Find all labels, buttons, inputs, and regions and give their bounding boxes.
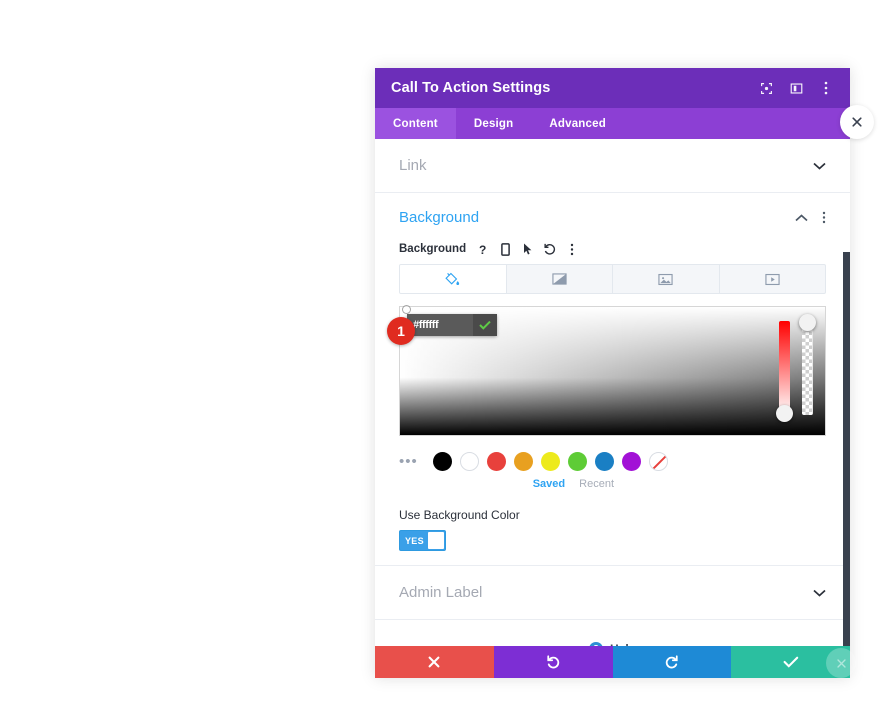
- undo-button[interactable]: [493, 646, 613, 678]
- options-more-icon[interactable]: [565, 242, 578, 256]
- swatch-orange[interactable]: [514, 452, 533, 471]
- use-background-color-label: Use Background Color: [399, 508, 520, 522]
- background-video-tab[interactable]: [720, 265, 826, 293]
- swatch-white[interactable]: [460, 452, 479, 471]
- swatch-blue[interactable]: [595, 452, 614, 471]
- section-background-header[interactable]: Background: [375, 193, 850, 234]
- background-type-tabs: [399, 264, 826, 294]
- image-icon: [658, 273, 673, 286]
- alpha-slider[interactable]: [799, 314, 816, 415]
- chevron-up-icon[interactable]: [795, 213, 808, 222]
- more-colors-icon[interactable]: •••: [399, 454, 425, 469]
- tab-saved-colors[interactable]: Saved: [533, 478, 565, 490]
- hex-confirm-button[interactable]: [473, 314, 497, 336]
- color-swatch-row: •••: [399, 452, 826, 471]
- section-background: Background Background ? 1 #ffffff ••• Sa…: [375, 193, 850, 566]
- page-title: Call To Action Settings: [391, 80, 551, 96]
- help-question-icon: ?: [588, 642, 603, 646]
- section-link[interactable]: Link: [375, 139, 850, 193]
- reset-undo-icon[interactable]: [543, 242, 556, 256]
- section-link-title: Link: [399, 157, 427, 174]
- swatch-green[interactable]: [568, 452, 587, 471]
- hue-slider[interactable]: [776, 321, 793, 422]
- use-background-color-toggle[interactable]: YES: [399, 530, 446, 551]
- help-row[interactable]: ? Help: [375, 620, 850, 646]
- header-actions: [758, 80, 834, 96]
- section-more-vertical-icon[interactable]: [822, 211, 826, 224]
- redo-button[interactable]: [612, 646, 732, 678]
- swatch-source-tabs: Saved Recent: [399, 478, 810, 490]
- background-field-label: Background: [399, 243, 467, 255]
- tab-content[interactable]: Content: [375, 108, 456, 139]
- saturation-pointer[interactable]: [402, 305, 411, 314]
- background-field-label-row: Background ?: [375, 234, 850, 262]
- video-icon: [765, 273, 780, 286]
- section-background-title: Background: [399, 209, 480, 226]
- section-admin-label-title: Admin Label: [399, 584, 483, 601]
- hue-slider-knob[interactable]: [776, 405, 793, 422]
- screen-root: Call To Action Settings Content Design A…: [0, 0, 880, 723]
- swatch-red[interactable]: [487, 452, 506, 471]
- fullscreen-icon[interactable]: [758, 80, 774, 96]
- svg-text:?: ?: [479, 243, 486, 256]
- background-gradient-tab[interactable]: [507, 265, 613, 293]
- background-image-tab[interactable]: [613, 265, 720, 293]
- alpha-slider-knob[interactable]: [799, 314, 816, 331]
- paint-bucket-icon: [445, 272, 460, 287]
- close-panel-button[interactable]: [840, 105, 874, 139]
- hover-cursor-icon[interactable]: [521, 242, 534, 256]
- hex-input-group: 1: [387, 314, 497, 345]
- tab-recent-colors[interactable]: Recent: [579, 478, 614, 490]
- toggle-state-label: YES: [405, 535, 424, 546]
- call-to-action-settings-modal: Call To Action Settings Content Design A…: [375, 68, 850, 678]
- help-question-icon[interactable]: ?: [477, 242, 490, 256]
- tab-design[interactable]: Design: [456, 108, 532, 139]
- layout-panel-icon[interactable]: [788, 80, 804, 96]
- secondary-close-button[interactable]: [826, 648, 856, 678]
- gradient-icon: [552, 272, 567, 286]
- modal-header: Call To Action Settings: [375, 68, 850, 108]
- swatch-transparent[interactable]: [649, 452, 668, 471]
- swatch-black[interactable]: [433, 452, 452, 471]
- toggle-knob: [427, 532, 444, 549]
- chevron-down-icon[interactable]: [813, 589, 826, 597]
- step-badge-1: 1: [387, 317, 415, 345]
- tab-advanced[interactable]: Advanced: [531, 108, 624, 139]
- vertical-scrollbar[interactable]: [843, 252, 850, 646]
- cancel-button[interactable]: [375, 646, 494, 678]
- more-vertical-icon[interactable]: [818, 80, 834, 96]
- modal-footer: [375, 646, 850, 678]
- modal-body: Link Background Background ? 1 #ffffff •…: [375, 139, 850, 646]
- background-color-tab[interactable]: [400, 265, 507, 293]
- help-label[interactable]: Help: [610, 642, 636, 646]
- swatch-purple[interactable]: [622, 452, 641, 471]
- section-admin-label[interactable]: Admin Label: [375, 566, 850, 620]
- hex-color-input[interactable]: [407, 314, 473, 336]
- settings-tabbar: Content Design Advanced: [375, 108, 850, 139]
- color-picker: 1: [387, 305, 826, 436]
- chevron-down-icon[interactable]: [813, 162, 826, 170]
- responsive-phone-icon[interactable]: [499, 242, 512, 256]
- swatch-yellow[interactable]: [541, 452, 560, 471]
